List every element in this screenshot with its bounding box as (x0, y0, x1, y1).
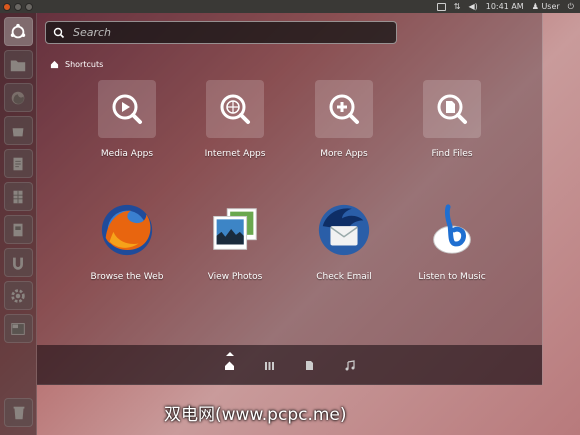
view-photos-label: View Photos (207, 272, 263, 282)
media-apps-shortcut[interactable]: Media Apps (77, 80, 177, 159)
search-box[interactable] (45, 21, 397, 44)
document-icon (13, 157, 23, 170)
internet-apps-icon (220, 94, 250, 124)
presentation-icon (13, 223, 23, 236)
internet-apps-tile (206, 80, 264, 138)
volume-icon[interactable]: ◀) (468, 2, 477, 11)
applications-lens-button[interactable] (264, 359, 276, 371)
find-files-label: Find Files (431, 149, 473, 159)
launcher-calc-button[interactable] (3, 182, 33, 211)
firefox-icon (101, 204, 153, 256)
media-apps-icon (112, 94, 142, 124)
launcher-software-center-button[interactable] (3, 116, 33, 145)
files-lens-button[interactable] (304, 359, 316, 371)
more-apps-label: More Apps (320, 149, 368, 159)
firefox-tile (96, 199, 158, 261)
media-apps-label: Media Apps (100, 149, 154, 159)
window-controls (3, 2, 33, 11)
music-lens-button[interactable] (344, 359, 356, 371)
user-menu[interactable]: ♟ User (532, 2, 560, 11)
dash-home-button[interactable] (3, 17, 33, 46)
indicator-area: ⇅ ◀) 10:41 AM ♟ User ⏻ (436, 2, 580, 12)
check-email-label: Check Email (316, 272, 372, 282)
launcher-settings-button[interactable] (3, 281, 33, 310)
software-center-icon (12, 127, 24, 136)
home-lens-icon (225, 361, 234, 370)
minimize-window-button[interactable] (14, 2, 22, 11)
lens-bar (37, 345, 542, 385)
photos-tile (204, 199, 266, 261)
mail-icon[interactable] (436, 2, 446, 11)
browse-web-label: Browse the Web (90, 272, 164, 282)
launcher-ubuntu-one-button[interactable] (3, 248, 33, 277)
user-name: User (541, 2, 560, 11)
listen-music-label: Listen to Music (418, 272, 486, 282)
close-window-button[interactable] (3, 2, 11, 11)
banshee-icon (433, 204, 471, 254)
launcher-workspaces-button[interactable] (3, 314, 33, 343)
browse-web-shortcut[interactable]: Browse the Web (77, 199, 177, 282)
banshee-tile (421, 199, 483, 261)
dash-panel: Shortcuts Media Apps Internet Apps More … (37, 13, 543, 385)
internet-apps-shortcut[interactable]: Internet Apps (185, 80, 285, 159)
network-icon[interactable]: ⇅ (454, 2, 461, 11)
watermark: 双电网(www.pcpc.me) (164, 405, 347, 425)
more-apps-tile (315, 80, 373, 138)
spreadsheet-icon (13, 190, 23, 203)
launcher-files-button[interactable] (3, 50, 33, 79)
applications-lens-icon (265, 361, 274, 370)
view-photos-shortcut[interactable]: View Photos (185, 199, 285, 282)
section-header: Shortcuts (50, 60, 103, 69)
clock[interactable]: 10:41 AM (486, 2, 524, 11)
user-icon: ♟ (531, 2, 539, 11)
top-panel: ⇅ ◀) 10:41 AM ♟ User ⏻ (0, 0, 580, 13)
section-title: Shortcuts (65, 60, 104, 69)
find-files-tile (423, 80, 481, 138)
internet-apps-label: Internet Apps (204, 149, 266, 159)
search-input[interactable] (73, 26, 373, 39)
ubuntu-one-icon (13, 257, 23, 270)
thunderbird-tile (313, 199, 375, 261)
launcher-impress-button[interactable] (3, 215, 33, 244)
firefox-launcher-icon (11, 91, 25, 104)
launcher-trash-button[interactable] (4, 398, 33, 427)
gear-icon (11, 288, 25, 303)
check-email-shortcut[interactable]: Check Email (294, 199, 394, 282)
more-apps-shortcut[interactable]: More Apps (294, 80, 394, 159)
search-icon (53, 27, 65, 38)
launcher-writer-button[interactable] (3, 149, 33, 178)
thunderbird-icon (318, 204, 370, 256)
listen-music-shortcut[interactable]: Listen to Music (402, 199, 502, 282)
folder-icon (10, 60, 26, 71)
home-icon (50, 60, 59, 69)
more-apps-icon (329, 94, 359, 124)
find-files-shortcut[interactable]: Find Files (402, 80, 502, 159)
media-apps-tile (98, 80, 156, 138)
launcher (0, 13, 37, 435)
maximize-window-button[interactable] (25, 2, 33, 11)
files-lens-icon (306, 360, 313, 370)
music-lens-icon (345, 359, 355, 370)
find-files-icon (437, 94, 467, 124)
workspace-switcher-icon (11, 322, 25, 335)
ubuntu-logo-icon (10, 23, 26, 38)
power-icon[interactable]: ⏻ (568, 2, 574, 12)
photos-icon (213, 208, 257, 250)
launcher-firefox-button[interactable] (3, 83, 33, 112)
trash-icon (13, 406, 24, 419)
home-lens-button[interactable] (224, 352, 236, 371)
